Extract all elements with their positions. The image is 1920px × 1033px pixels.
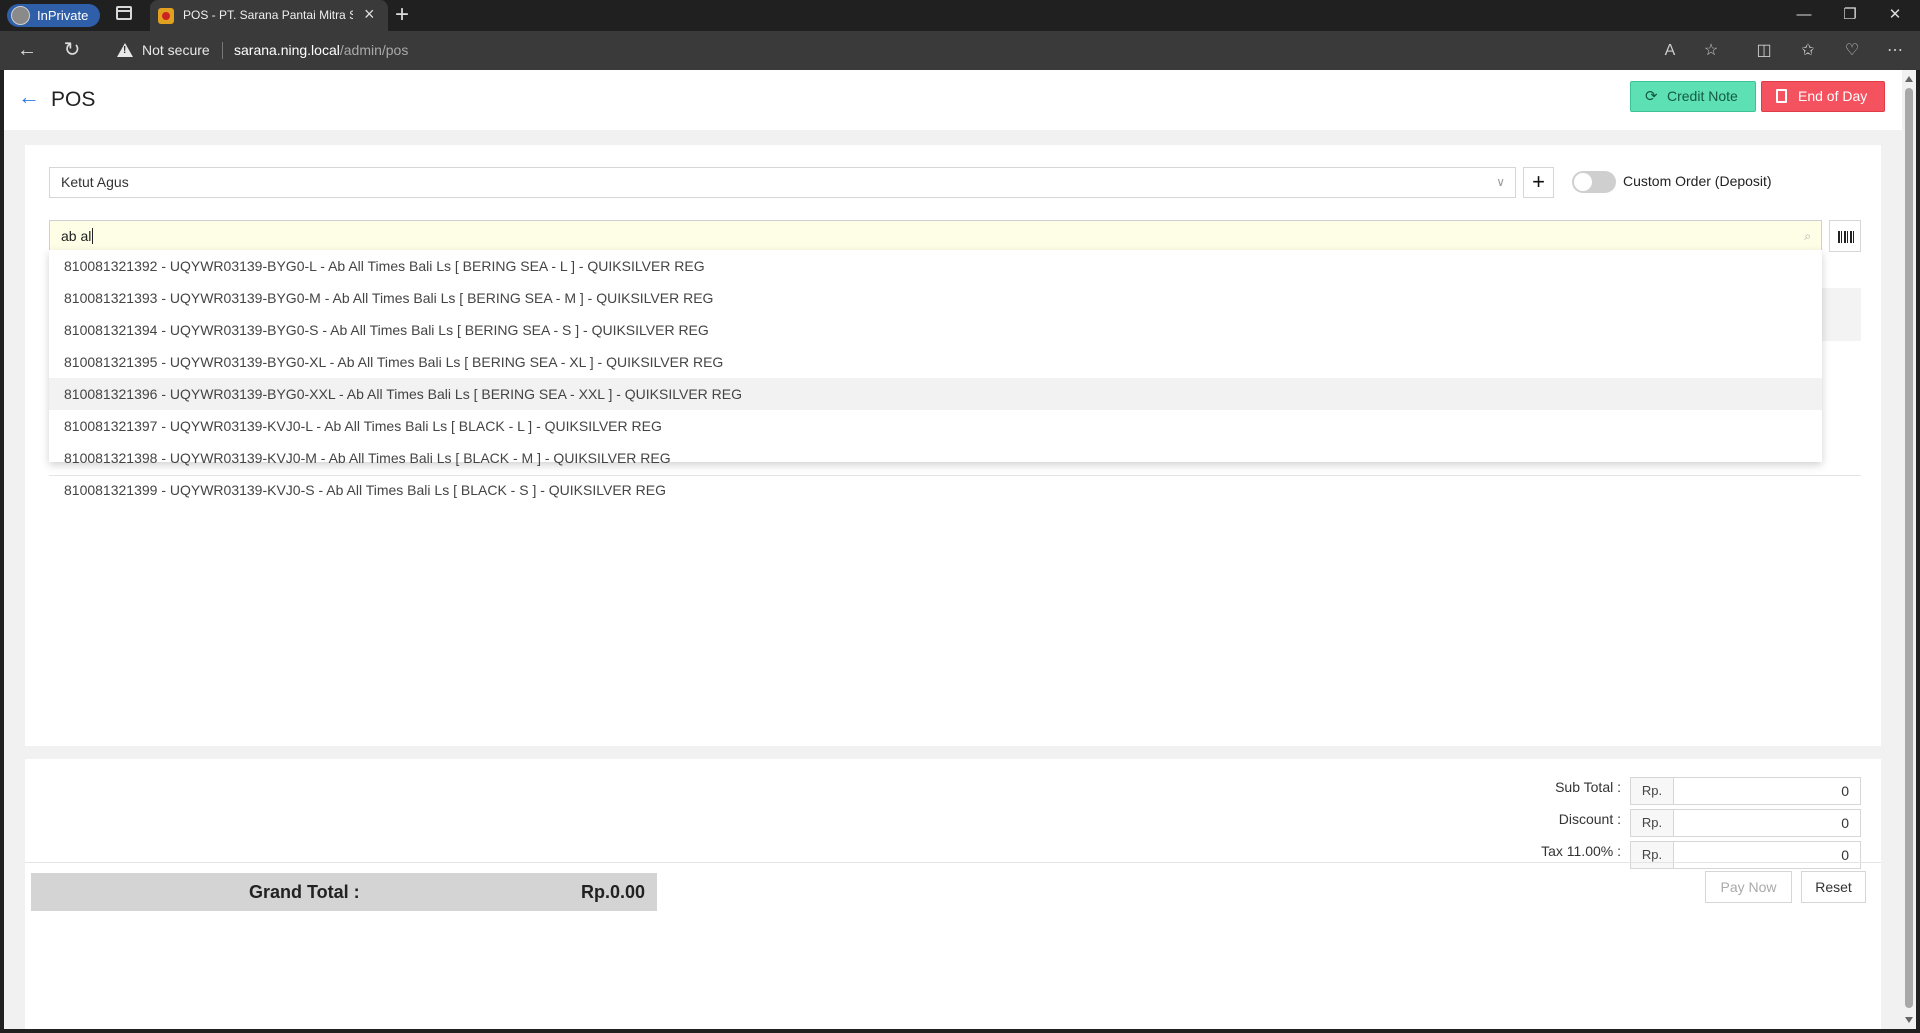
search-input-value: ab al xyxy=(61,228,92,244)
site-favicon-icon xyxy=(158,8,174,24)
grand-total-value: Rp.0.00 xyxy=(580,882,645,902)
scroll-up-icon[interactable] xyxy=(1905,76,1913,82)
subtotal-label: Sub Total : xyxy=(1555,779,1621,795)
credit-note-label: Credit Note xyxy=(1667,88,1738,104)
suggestion-item[interactable]: 810081321395 - UQYWR03139-BYG0-XL - Ab A… xyxy=(49,346,1822,378)
product-search-input[interactable]: ab al ⌕ xyxy=(49,220,1822,252)
totals-divider xyxy=(25,862,1881,863)
search-suggestions-dropdown: 810081321392 - UQYWR03139-BYG0-L - Ab Al… xyxy=(49,250,1822,498)
subtotal-currency: Rp. xyxy=(1630,777,1674,805)
suggestion-item[interactable]: 810081321394 - UQYWR03139-BYG0-S - Ab Al… xyxy=(49,314,1822,346)
security-status[interactable]: Not secure xyxy=(142,42,210,58)
tax-field: 0 xyxy=(1673,841,1861,869)
suggestion-item[interactable]: 810081321396 - UQYWR03139-BYG0-XXL - Ab … xyxy=(49,378,1822,410)
address-separator xyxy=(222,42,223,59)
url-host: sarana.ning.local xyxy=(234,42,340,58)
more-menu-icon[interactable]: ⋯ xyxy=(1885,41,1905,61)
reset-button[interactable]: Reset xyxy=(1801,871,1866,903)
split-screen-icon[interactable]: ◫ xyxy=(1754,41,1774,61)
barcode-icon xyxy=(1838,231,1854,243)
new-tab-icon[interactable]: + xyxy=(395,2,409,28)
suggestion-item[interactable]: 810081321399 - UQYWR03139-KVJ0-S - Ab Al… xyxy=(49,474,1822,506)
scroll-down-icon[interactable] xyxy=(1905,1017,1913,1023)
warning-icon xyxy=(117,43,133,57)
tab-close-icon[interactable]: × xyxy=(364,5,375,23)
add-customer-button[interactable]: + xyxy=(1523,167,1554,198)
browser-tab-active[interactable]: POS - PT. Sarana Pantai Mitra Se × xyxy=(150,0,388,31)
url-field[interactable]: sarana.ning.local/admin/pos xyxy=(234,42,408,58)
back-arrow-icon[interactable]: ← xyxy=(18,84,40,110)
end-of-day-button[interactable]: End of Day xyxy=(1761,81,1885,112)
scrollbar-thumb[interactable] xyxy=(1905,88,1913,1008)
search-icon: ⌕ xyxy=(1804,229,1811,243)
favorites-icon[interactable]: ✩ xyxy=(1798,41,1818,61)
end-of-day-label: End of Day xyxy=(1798,88,1868,104)
tab-actions-icon[interactable] xyxy=(116,6,132,20)
chevron-down-icon: ∨ xyxy=(1496,175,1505,189)
browser-essentials-icon[interactable]: ♡ xyxy=(1842,41,1862,61)
customer-selected-value: Ketut Agus xyxy=(61,174,129,190)
read-aloud-icon[interactable]: A xyxy=(1660,41,1680,61)
report-icon xyxy=(1776,89,1787,103)
discount-currency: Rp. xyxy=(1630,809,1674,837)
discount-label: Discount : xyxy=(1558,811,1621,827)
browser-tab-bar: InPrivate POS - PT. Sarana Pantai Mitra … xyxy=(0,0,1920,31)
credit-note-button[interactable]: ⟳ Credit Note xyxy=(1630,81,1756,112)
grand-total-bar: Grand Total : Rp.0.00 xyxy=(31,873,657,911)
favorite-star-icon[interactable]: ☆ xyxy=(1701,41,1721,61)
refresh-cycle-icon: ⟳ xyxy=(1645,88,1658,105)
barcode-scan-button[interactable] xyxy=(1829,220,1861,252)
customer-select[interactable]: Ketut Agus ∨ xyxy=(49,167,1516,198)
inprivate-badge[interactable]: InPrivate xyxy=(7,4,101,27)
totals-card: Sub Total : Rp. 0 Discount : Rp. 0 Tax 1… xyxy=(25,759,1881,1029)
grand-total-label: Grand Total : xyxy=(249,882,360,902)
window-close-icon[interactable]: ✕ xyxy=(1883,4,1907,26)
tax-currency: Rp. xyxy=(1630,841,1674,869)
minimize-icon[interactable]: — xyxy=(1792,4,1816,26)
page-header: ← POS ⟳ Credit Note End of Day xyxy=(4,70,1902,130)
profile-avatar-icon xyxy=(11,6,30,25)
discount-field[interactable]: 0 xyxy=(1673,809,1861,837)
url-path: /admin/pos xyxy=(339,42,409,58)
custom-order-toggle[interactable] xyxy=(1572,171,1616,193)
page-viewport: ← POS ⟳ Credit Note End of Day Ketut Agu… xyxy=(4,70,1902,1029)
tab-title: POS - PT. Sarana Pantai Mitra Se xyxy=(183,8,353,22)
browser-address-bar: ← ↻ Not secure sarana.ning.local/admin/p… xyxy=(0,31,1920,70)
tax-label: Tax 11.00% : xyxy=(1541,843,1621,859)
suggestion-item[interactable]: 810081321392 - UQYWR03139-BYG0-L - Ab Al… xyxy=(49,250,1822,282)
suggestion-item[interactable]: 810081321398 - UQYWR03139-KVJ0-M - Ab Al… xyxy=(49,442,1822,474)
restore-icon[interactable]: ❐ xyxy=(1838,4,1862,26)
inprivate-label: InPrivate xyxy=(37,8,89,23)
back-icon[interactable]: ← xyxy=(15,39,39,63)
custom-order-label: Custom Order (Deposit) xyxy=(1623,173,1772,189)
suggestion-item[interactable]: 810081321397 - UQYWR03139-KVJ0-L - Ab Al… xyxy=(49,410,1822,442)
page-scrollbar[interactable] xyxy=(1902,70,1916,1029)
page-title: POS xyxy=(51,88,96,111)
subtotal-field: 0 xyxy=(1673,777,1861,805)
suggestion-item[interactable]: 810081321393 - UQYWR03139-BYG0-M - Ab Al… xyxy=(49,282,1822,314)
pay-now-button[interactable]: Pay Now xyxy=(1705,871,1792,903)
refresh-icon[interactable]: ↻ xyxy=(60,39,84,63)
